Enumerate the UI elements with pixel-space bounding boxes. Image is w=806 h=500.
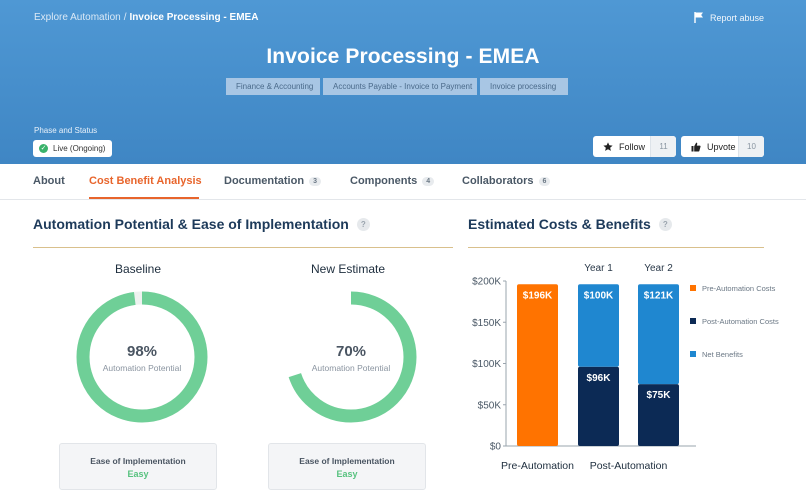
tab-count-badge: 3 [309, 176, 321, 186]
tab-label: Components [350, 175, 418, 187]
tab-label: About [33, 175, 65, 187]
ease-label: Ease of Implementation [299, 456, 395, 466]
category-chip[interactable]: Accounts Payable - Invoice to Payment [323, 78, 477, 95]
legend-label: Pre-Automation Costs [702, 284, 776, 293]
header-banner: Explore Automation / Invoice Processing - … [0, 0, 806, 164]
tab-label: Documentation [224, 175, 305, 187]
status-badge: ✓ Live (Ongoing) [33, 140, 112, 157]
legend-label: Post-Automation Costs [702, 317, 779, 326]
estimate-label: New Estimate [310, 262, 386, 276]
category-chip[interactable]: Finance & Accounting [226, 78, 320, 95]
y-tick-label: $100K [472, 359, 501, 370]
report-abuse-label: Report abuse [709, 12, 764, 23]
ease-label: Ease of Implementation [90, 456, 186, 466]
tab-bar: About Cost Benefit Analysis Documentatio… [0, 164, 806, 200]
thumbs-up-icon [691, 142, 701, 151]
estimate-sub-label: Automation Potential [311, 363, 391, 373]
star-icon [603, 141, 613, 151]
follow-button[interactable]: Follow 11 [593, 136, 676, 157]
bar-value-label: $196K [523, 290, 553, 301]
section-divider [33, 247, 453, 248]
y-tick-label: $0 [490, 442, 502, 453]
bar-value-label: $96K [587, 373, 612, 384]
section-title-text: Automation Potential & Ease of Implement… [33, 216, 349, 232]
baseline-label: Baseline [114, 262, 162, 276]
legend-label: Net Benefits [702, 350, 743, 359]
baseline-sub-label: Automation Potential [102, 363, 182, 373]
category-label: Year 2 [644, 263, 673, 274]
follow-count: 11 [650, 136, 676, 157]
tab-documentation[interactable]: Documentation 3 [224, 175, 321, 187]
group-label: Pre-Automation [501, 460, 574, 472]
breadcrumb-current: Invoice Processing - EMEA [129, 12, 259, 23]
tab-label: Cost Benefit Analysis [89, 175, 202, 187]
legend-swatch [690, 285, 696, 291]
tab-about[interactable]: About [33, 175, 65, 187]
baseline-ease-card: Ease of Implementation Easy [59, 443, 217, 490]
help-icon[interactable]: ? [658, 217, 672, 231]
tab-label: Collaborators [462, 175, 534, 187]
legend-swatch [690, 351, 696, 357]
bar-value-label: $100K [584, 290, 614, 301]
ease-value: Easy [127, 469, 149, 479]
upvote-button[interactable]: Upvote 10 [681, 136, 764, 157]
check-circle-icon: ✓ [39, 144, 48, 153]
group-label: Post-Automation [590, 460, 668, 472]
page-title: Invoice Processing - EMEA [266, 45, 540, 68]
estimate-percentage: 70% [335, 343, 367, 360]
y-tick-label: $200K [472, 277, 501, 288]
bar-segment [517, 284, 558, 446]
y-tick-label: $150K [472, 318, 501, 329]
breadcrumb-separator: / [123, 12, 127, 23]
section-title-text: Estimated Costs & Benefits [468, 216, 651, 232]
breadcrumb: Explore Automation / Invoice Processing - … [34, 12, 258, 23]
estimate-ease-card: Ease of Implementation Easy [268, 443, 426, 490]
report-abuse-link[interactable]: Report abuse [694, 12, 764, 23]
ease-value: Easy [336, 469, 358, 479]
category-path: Finance & Accounting Accounts Payable - … [226, 78, 568, 95]
baseline-percentage: 98% [126, 343, 158, 360]
upvote-label: Upvote [707, 141, 736, 152]
category-label: Year 1 [584, 263, 613, 274]
phase-label: Phase and Status [34, 126, 98, 135]
active-tab-indicator [89, 197, 199, 199]
breadcrumb-parent-link[interactable]: Explore Automation [34, 12, 121, 23]
status-text: Live (Ongoing) [53, 144, 106, 153]
section-title-potential: Automation Potential & Ease of Implement… [33, 216, 370, 232]
tab-count-badge: 6 [538, 176, 551, 186]
tab-count-badge: 4 [422, 176, 435, 186]
tab-collaborators[interactable]: Collaborators 6 [462, 175, 551, 187]
category-chip[interactable]: Invoice processing [480, 78, 568, 95]
bar-value-label: $75K [647, 390, 672, 401]
bar-value-label: $121K [644, 290, 674, 301]
help-icon[interactable]: ? [356, 217, 370, 231]
flag-icon [694, 12, 703, 23]
section-divider [468, 247, 764, 248]
upvote-count: 10 [738, 136, 764, 157]
section-title-costs: Estimated Costs & Benefits ? [468, 216, 672, 232]
tab-components[interactable]: Components 4 [350, 175, 435, 187]
legend-swatch [690, 318, 696, 324]
follow-label: Follow [619, 141, 646, 152]
tab-cost-benefit-analysis[interactable]: Cost Benefit Analysis [89, 175, 202, 187]
y-tick-label: $50K [478, 400, 502, 411]
